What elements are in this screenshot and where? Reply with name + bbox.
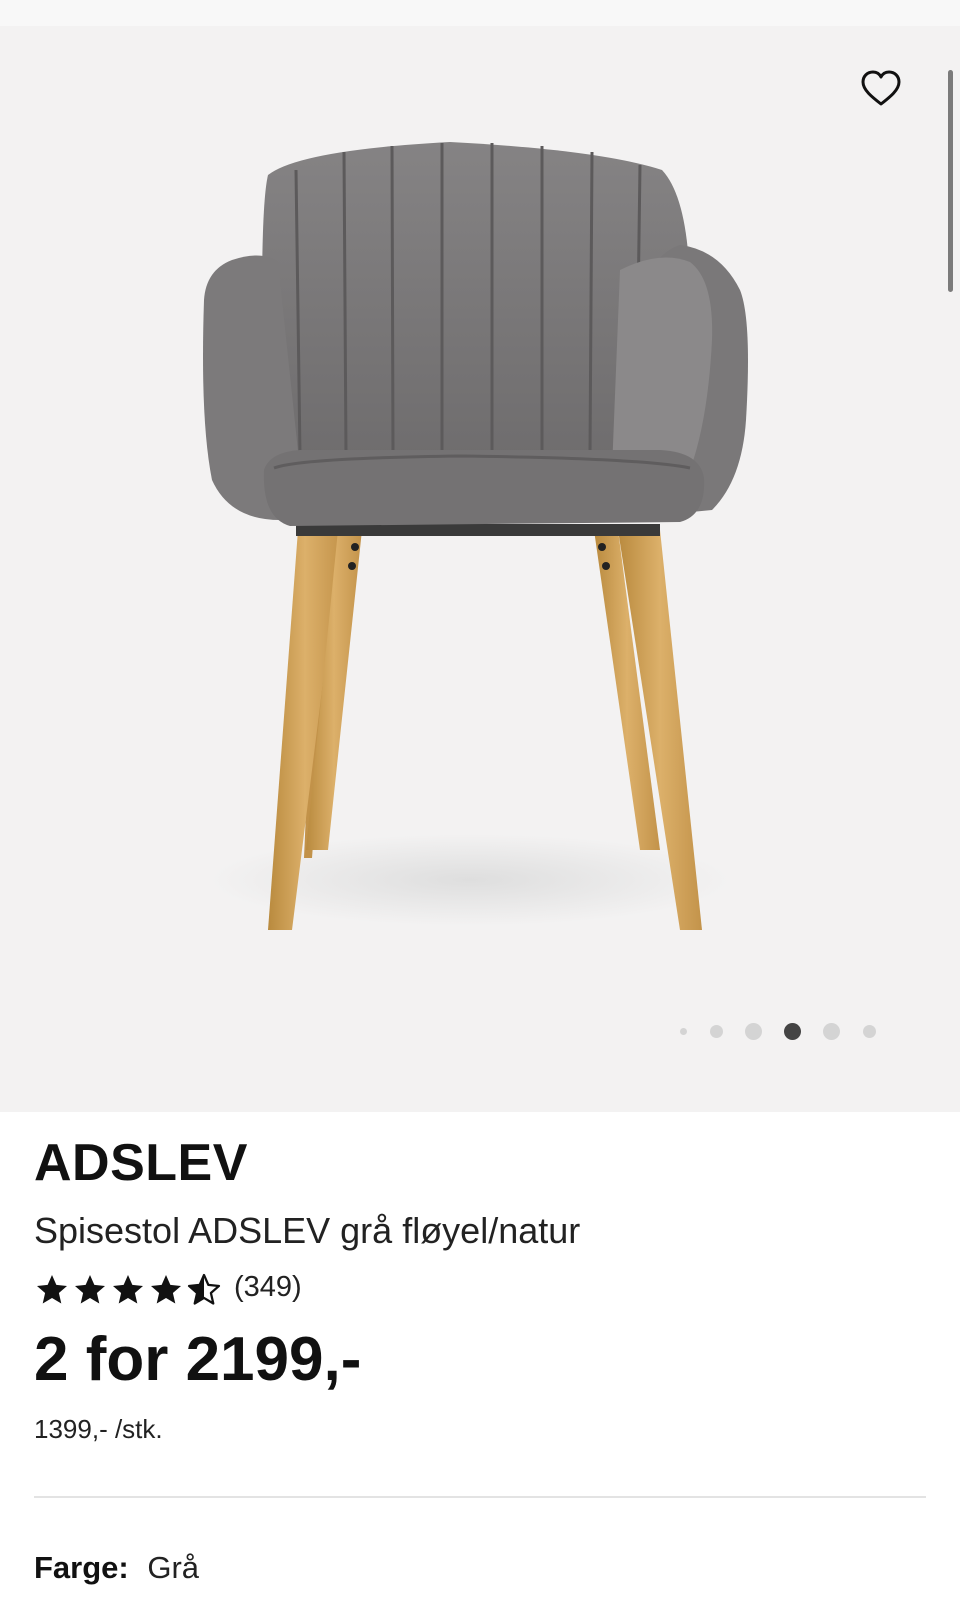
gallery-dot-5[interactable] xyxy=(823,1023,840,1040)
review-count[interactable]: (349) xyxy=(234,1271,302,1304)
product-name: Spisestol ADSLEV grå fløyel/natur xyxy=(34,1210,581,1251)
gallery-pagination-dots xyxy=(0,1020,960,1050)
gallery-dot-3[interactable] xyxy=(745,1023,762,1040)
color-value: Grå xyxy=(147,1550,200,1585)
color-label: Farge: xyxy=(34,1550,129,1585)
star-icon xyxy=(113,1275,143,1304)
color-selector[interactable]: Farge: Grå xyxy=(34,1550,199,1586)
product-rating[interactable]: (349) xyxy=(34,1271,302,1308)
star-icon xyxy=(37,1275,67,1304)
product-image-gallery[interactable] xyxy=(0,0,960,1112)
scrollbar-thumb[interactable] xyxy=(948,70,953,292)
star-half-icon xyxy=(187,1273,221,1305)
star-icon xyxy=(151,1275,181,1304)
product-image-chair[interactable] xyxy=(180,130,780,980)
divider xyxy=(34,1496,926,1498)
favorite-heart-icon[interactable] xyxy=(858,66,904,112)
gallery-dot-4-active[interactable] xyxy=(784,1023,801,1040)
product-brand: ADSLEV xyxy=(34,1134,248,1192)
unit-price: 1399,- /stk. xyxy=(34,1414,163,1444)
star-icon xyxy=(75,1275,105,1304)
rating-stars xyxy=(34,1272,222,1308)
gallery-dot-1[interactable] xyxy=(680,1028,687,1035)
top-band xyxy=(0,0,960,26)
gallery-dot-2[interactable] xyxy=(710,1025,723,1038)
product-price: 2 for 2199,- xyxy=(34,1325,362,1394)
gallery-dot-6[interactable] xyxy=(863,1025,876,1038)
